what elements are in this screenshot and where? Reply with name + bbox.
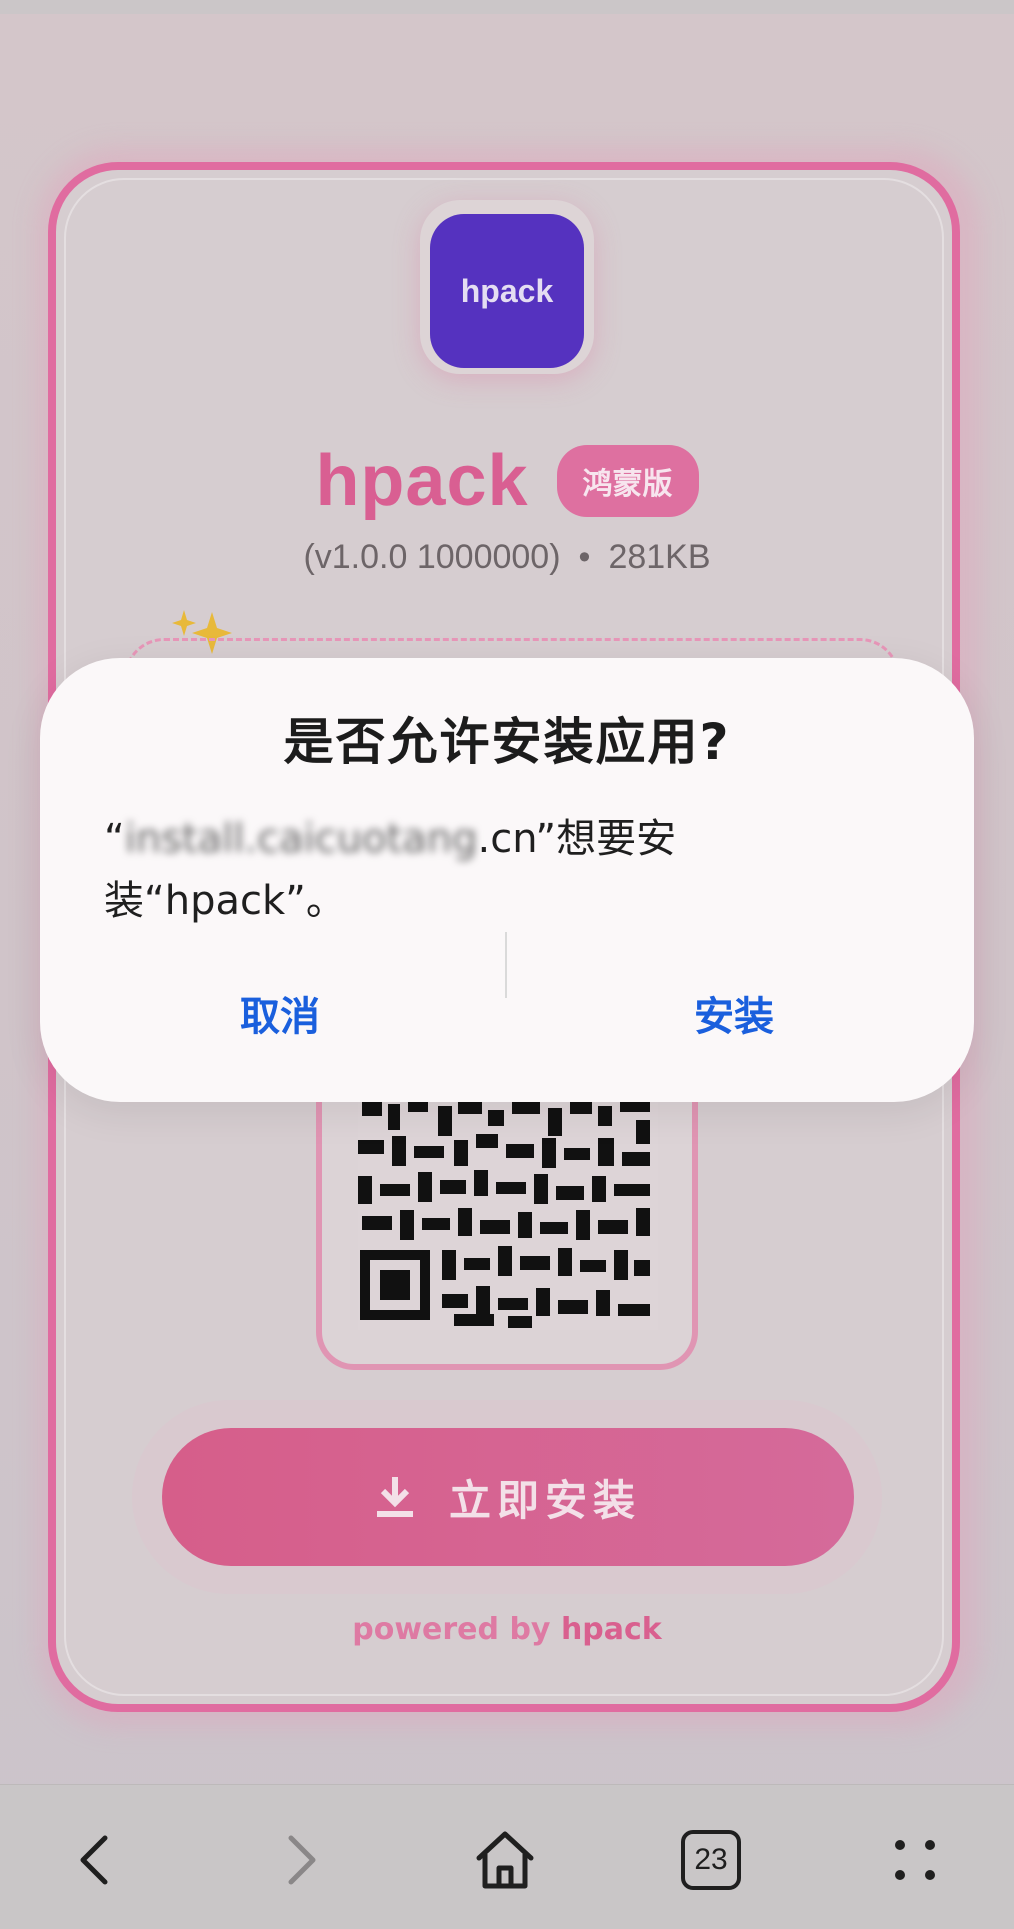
tabs-icon: 23 xyxy=(681,1830,741,1890)
home-icon xyxy=(476,1831,534,1889)
tabs-button[interactable]: 23 xyxy=(666,1815,756,1905)
confirm-install-button[interactable]: 安装 xyxy=(534,958,934,1068)
install-now-label: 立即安装 xyxy=(448,1476,641,1524)
install-now-button[interactable]: 立即安装 xyxy=(162,1428,854,1566)
home-button[interactable] xyxy=(460,1815,550,1905)
qr-code xyxy=(358,1100,658,1330)
meta-separator: • xyxy=(578,538,591,576)
tab-count: 23 xyxy=(694,1843,728,1876)
msg-after-host: ”想要安 xyxy=(535,816,677,862)
powered-by: powered by hpack xyxy=(0,1612,1014,1647)
dialog-message: “install.caicuotang.cn”想要安 装“hpack”。 xyxy=(104,808,804,932)
app-name: hpack xyxy=(315,441,529,521)
app-meta: (v1.0.0 1000000) • 281KB xyxy=(0,538,1014,577)
dialog-actions: 取消 安装 xyxy=(40,958,974,1068)
app-icon: hpack xyxy=(430,214,584,368)
powered-prefix: powered by xyxy=(352,1612,551,1647)
powered-brand: hpack xyxy=(560,1612,662,1647)
app-version: (v1.0.0 1000000) xyxy=(303,538,561,576)
app-size: 281KB xyxy=(608,538,711,576)
msg-line2: 装“hpack”。 xyxy=(104,878,346,924)
app-title-row: hpack 鸿蒙版 xyxy=(0,440,1014,522)
chevron-left-icon xyxy=(80,1835,108,1885)
forward-button[interactable] xyxy=(256,1815,346,1905)
dialog-title: 是否允许安装应用? xyxy=(283,713,731,771)
chevron-right-icon xyxy=(288,1835,316,1885)
download-icon xyxy=(376,1477,413,1517)
status-strip xyxy=(0,0,1014,14)
menu-button[interactable] xyxy=(870,1815,960,1905)
host-suffix: .cn xyxy=(477,816,536,862)
blurred-host: install.caicuotang xyxy=(124,816,478,862)
install-permission-dialog: 是否允许安装应用? “install.caicuotang.cn”想要安 装“h… xyxy=(40,658,974,1102)
platform-badge: 鸿蒙版 xyxy=(556,445,699,517)
browser-bottom-nav: 23 xyxy=(0,1784,1014,1929)
grid-dots-icon xyxy=(895,1840,935,1880)
app-icon-label: hpack xyxy=(460,272,554,309)
back-button[interactable] xyxy=(50,1815,140,1905)
cancel-button[interactable]: 取消 xyxy=(80,958,480,1068)
msg-open-quote: “ xyxy=(104,816,125,862)
